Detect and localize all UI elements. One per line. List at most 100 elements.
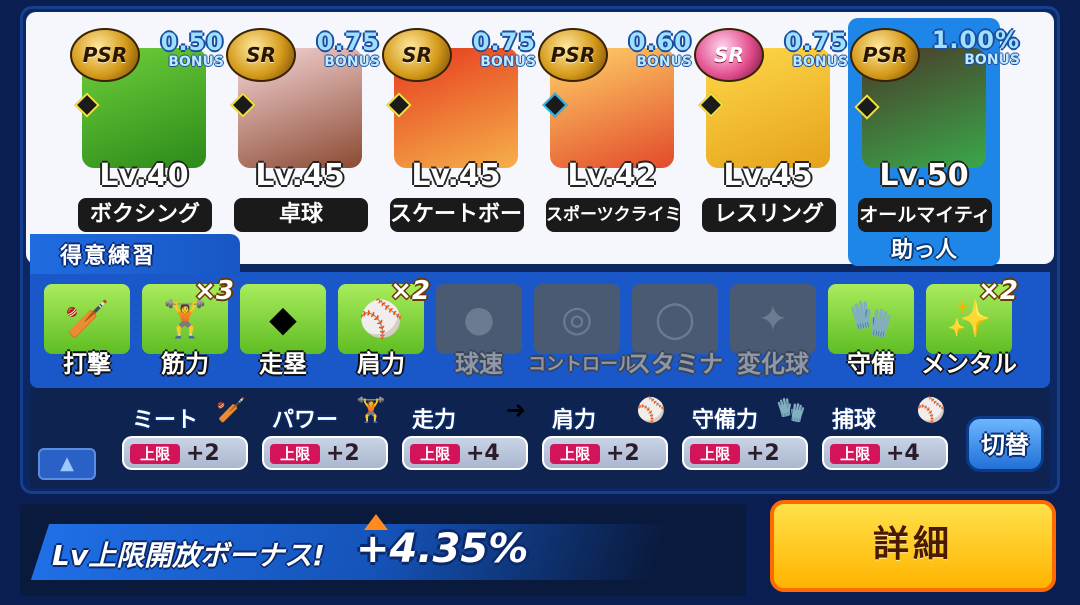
helper-label: 助っ人 <box>890 238 957 263</box>
stat-cap-pill: 上限 +4 <box>822 436 948 470</box>
stat-cap-5: 守備力 🧤 上限 +2 <box>682 396 808 476</box>
stat-cap-pill: 上限 +2 <box>542 436 668 470</box>
support-card[interactable]: SR 0.75 BONUS Lv.45 レスリング <box>694 22 848 232</box>
practice-row: 🏏 打撃 🏋 ×3 筋力 ◆ 走塁 ⚾ ×2 肩力 ● 球速 ◎ コントロール ◯ スタミナ ✦ 変化球 🧤 守備 ✨ ×… <box>30 272 1050 388</box>
practice-6: ◎ コントロール <box>528 284 636 378</box>
bonus-value: 0.75 <box>472 28 536 56</box>
bonus-label: BONUS <box>792 54 848 70</box>
rarity-badge: SR <box>694 28 764 82</box>
stat-name: 守備力 <box>692 408 759 433</box>
bonus-block: 0.75 BONUS <box>762 30 848 70</box>
rarity-badge: SR <box>382 28 452 82</box>
stat-name: 肩力 <box>552 408 597 433</box>
bonus-label: BONUS <box>964 52 1020 68</box>
bonus-block: 0.50 BONUS <box>138 30 224 70</box>
practice-label: 打撃 <box>63 350 111 378</box>
card-row: PSR 0.50 BONUS Lv.40 ボクシング SR 0.75 BONUS Lv.45 卓球… <box>26 12 1054 266</box>
lv-bonus-banner: Lv上限開放ボーナス! +4.35% <box>20 504 746 596</box>
stat-cap-pill: 上限 +2 <box>122 436 248 470</box>
card-sport: スポーツクライミング <box>546 198 680 232</box>
rarity-badge: PSR <box>538 28 608 82</box>
practice-8: ✦ 変化球 <box>730 284 816 378</box>
practice-label: 走塁 <box>259 350 307 378</box>
stat-cap-pill: 上限 +2 <box>262 436 388 470</box>
bonus-label: BONUS <box>480 54 536 70</box>
practice-label: 肩力 <box>357 350 405 378</box>
bonus-value: 0.60 <box>628 28 692 56</box>
multiplier-badge: ×2 <box>978 276 1018 306</box>
practice-label: メンタル <box>921 350 1017 378</box>
runner-icon: ➜ <box>505 396 526 424</box>
support-card[interactable]: SR 0.75 BONUS Lv.45 卓球 <box>226 22 380 232</box>
throw-arc-icon: ⚾ <box>636 396 666 424</box>
practice-3: ◆ 走塁 <box>240 284 326 378</box>
stat-cap-panel: ▲ 切替 ミート 🏏 上限 +2 パワー 🏋 上限 +2 走力 ➜ 上限 +4 肩力 ⚾ 上限 +2 守備力 🧤 上… <box>30 388 1050 488</box>
card-level: Lv.45 <box>411 158 501 193</box>
lv-bonus-label: Lv上限開放ボーナス! <box>52 539 325 572</box>
target-icon: ◎ <box>534 284 620 354</box>
stat-cap-1: ミート 🏏 上限 +2 <box>122 396 248 476</box>
practice-10: ✨ ×2 メンタル <box>921 276 1018 378</box>
card-level: Lv.42 <box>567 158 657 193</box>
card-level: Lv.40 <box>99 158 189 193</box>
stat-cap-3: 走力 ➜ 上限 +4 <box>402 396 528 476</box>
practice-4: ⚾ ×2 肩力 <box>338 276 430 378</box>
cap-badge: 上限 <box>270 444 320 464</box>
glove-icon: 🧤 <box>776 396 806 424</box>
dumbbell-icon: 🏋 <box>356 396 386 424</box>
cap-plus-value: +2 <box>606 441 640 466</box>
card-sport: オールマイティ <box>858 198 992 232</box>
practice-7: ◯ スタミナ <box>627 284 723 378</box>
support-card[interactable]: PSR 0.50 BONUS Lv.40 ボクシング <box>70 22 224 232</box>
support-deck-panel: PSR 0.50 BONUS Lv.40 ボクシング SR 0.75 BONUS Lv.45 卓球… <box>20 6 1060 494</box>
card-sport: スケートボード <box>390 198 524 232</box>
cap-badge: 上限 <box>690 444 740 464</box>
card-level: Lv.50 <box>879 158 969 193</box>
cap-plus-value: +4 <box>886 441 920 466</box>
practice-label: 守備 <box>847 350 895 378</box>
bonus-block: 1.00% BONUS <box>930 28 1020 68</box>
bonus-label: BONUS <box>168 54 224 70</box>
multiplier-badge: ×2 <box>390 276 430 306</box>
cap-plus-value: +2 <box>746 441 780 466</box>
detail-button[interactable]: 詳細 <box>770 500 1056 592</box>
cap-badge: 上限 <box>410 444 460 464</box>
practice-9: 🧤 守備 <box>828 284 914 378</box>
bonus-label: BONUS <box>636 54 692 70</box>
rarity-badge: SR <box>226 28 296 82</box>
stat-cap-6: 捕球 ⚾ 上限 +4 <box>822 396 948 476</box>
practice-1: 🏏 打撃 <box>44 284 130 378</box>
card-level: Lv.45 <box>255 158 345 193</box>
stat-cap-pill: 上限 +2 <box>682 436 808 470</box>
practice-label: 変化球 <box>737 350 809 378</box>
practice-2: 🏋 ×3 筋力 <box>142 276 234 378</box>
bonus-block: 0.75 BONUS <box>294 30 380 70</box>
support-card[interactable]: PSR 1.00% BONUS Lv.50 オールマイティ助っ人 <box>848 18 1020 266</box>
chevron-up-icon: ▲ <box>60 453 74 474</box>
bonus-block: 0.75 BONUS <box>450 30 536 70</box>
bonus-value: 0.75 <box>784 28 848 56</box>
stat-name: ミート <box>132 408 199 433</box>
switch-button[interactable]: 切替 <box>966 416 1044 472</box>
collapse-button[interactable]: ▲ <box>38 448 96 480</box>
practice-title: 得意練習 <box>60 244 157 269</box>
catch-icon: ⚾ <box>916 396 946 424</box>
practice-label: コントロール <box>528 354 636 375</box>
rarity-badge: PSR <box>850 28 920 82</box>
stat-name: パワー <box>272 408 339 433</box>
cap-plus-value: +2 <box>186 441 220 466</box>
card-sport: 卓球 <box>234 198 368 232</box>
stat-name: 走力 <box>412 408 457 433</box>
stat-cap-2: パワー 🏋 上限 +2 <box>262 396 388 476</box>
cap-badge: 上限 <box>550 444 600 464</box>
card-sport: レスリング <box>702 198 836 232</box>
cap-badge: 上限 <box>130 444 180 464</box>
practice-5: ● 球速 <box>436 284 522 378</box>
bonus-value: 0.50 <box>160 28 224 56</box>
stat-cap-pill: 上限 +4 <box>402 436 528 470</box>
support-card[interactable]: SR0.75BONUSLv.45スケートボード <box>382 22 536 232</box>
practice-label: スタミナ <box>627 350 723 378</box>
bonus-value: 0.75 <box>316 28 380 56</box>
practice-title-banner: 得意練習 <box>30 234 240 274</box>
support-card[interactable]: PSR 0.60BONUS Lv.42 スポーツクライミング <box>538 22 692 232</box>
